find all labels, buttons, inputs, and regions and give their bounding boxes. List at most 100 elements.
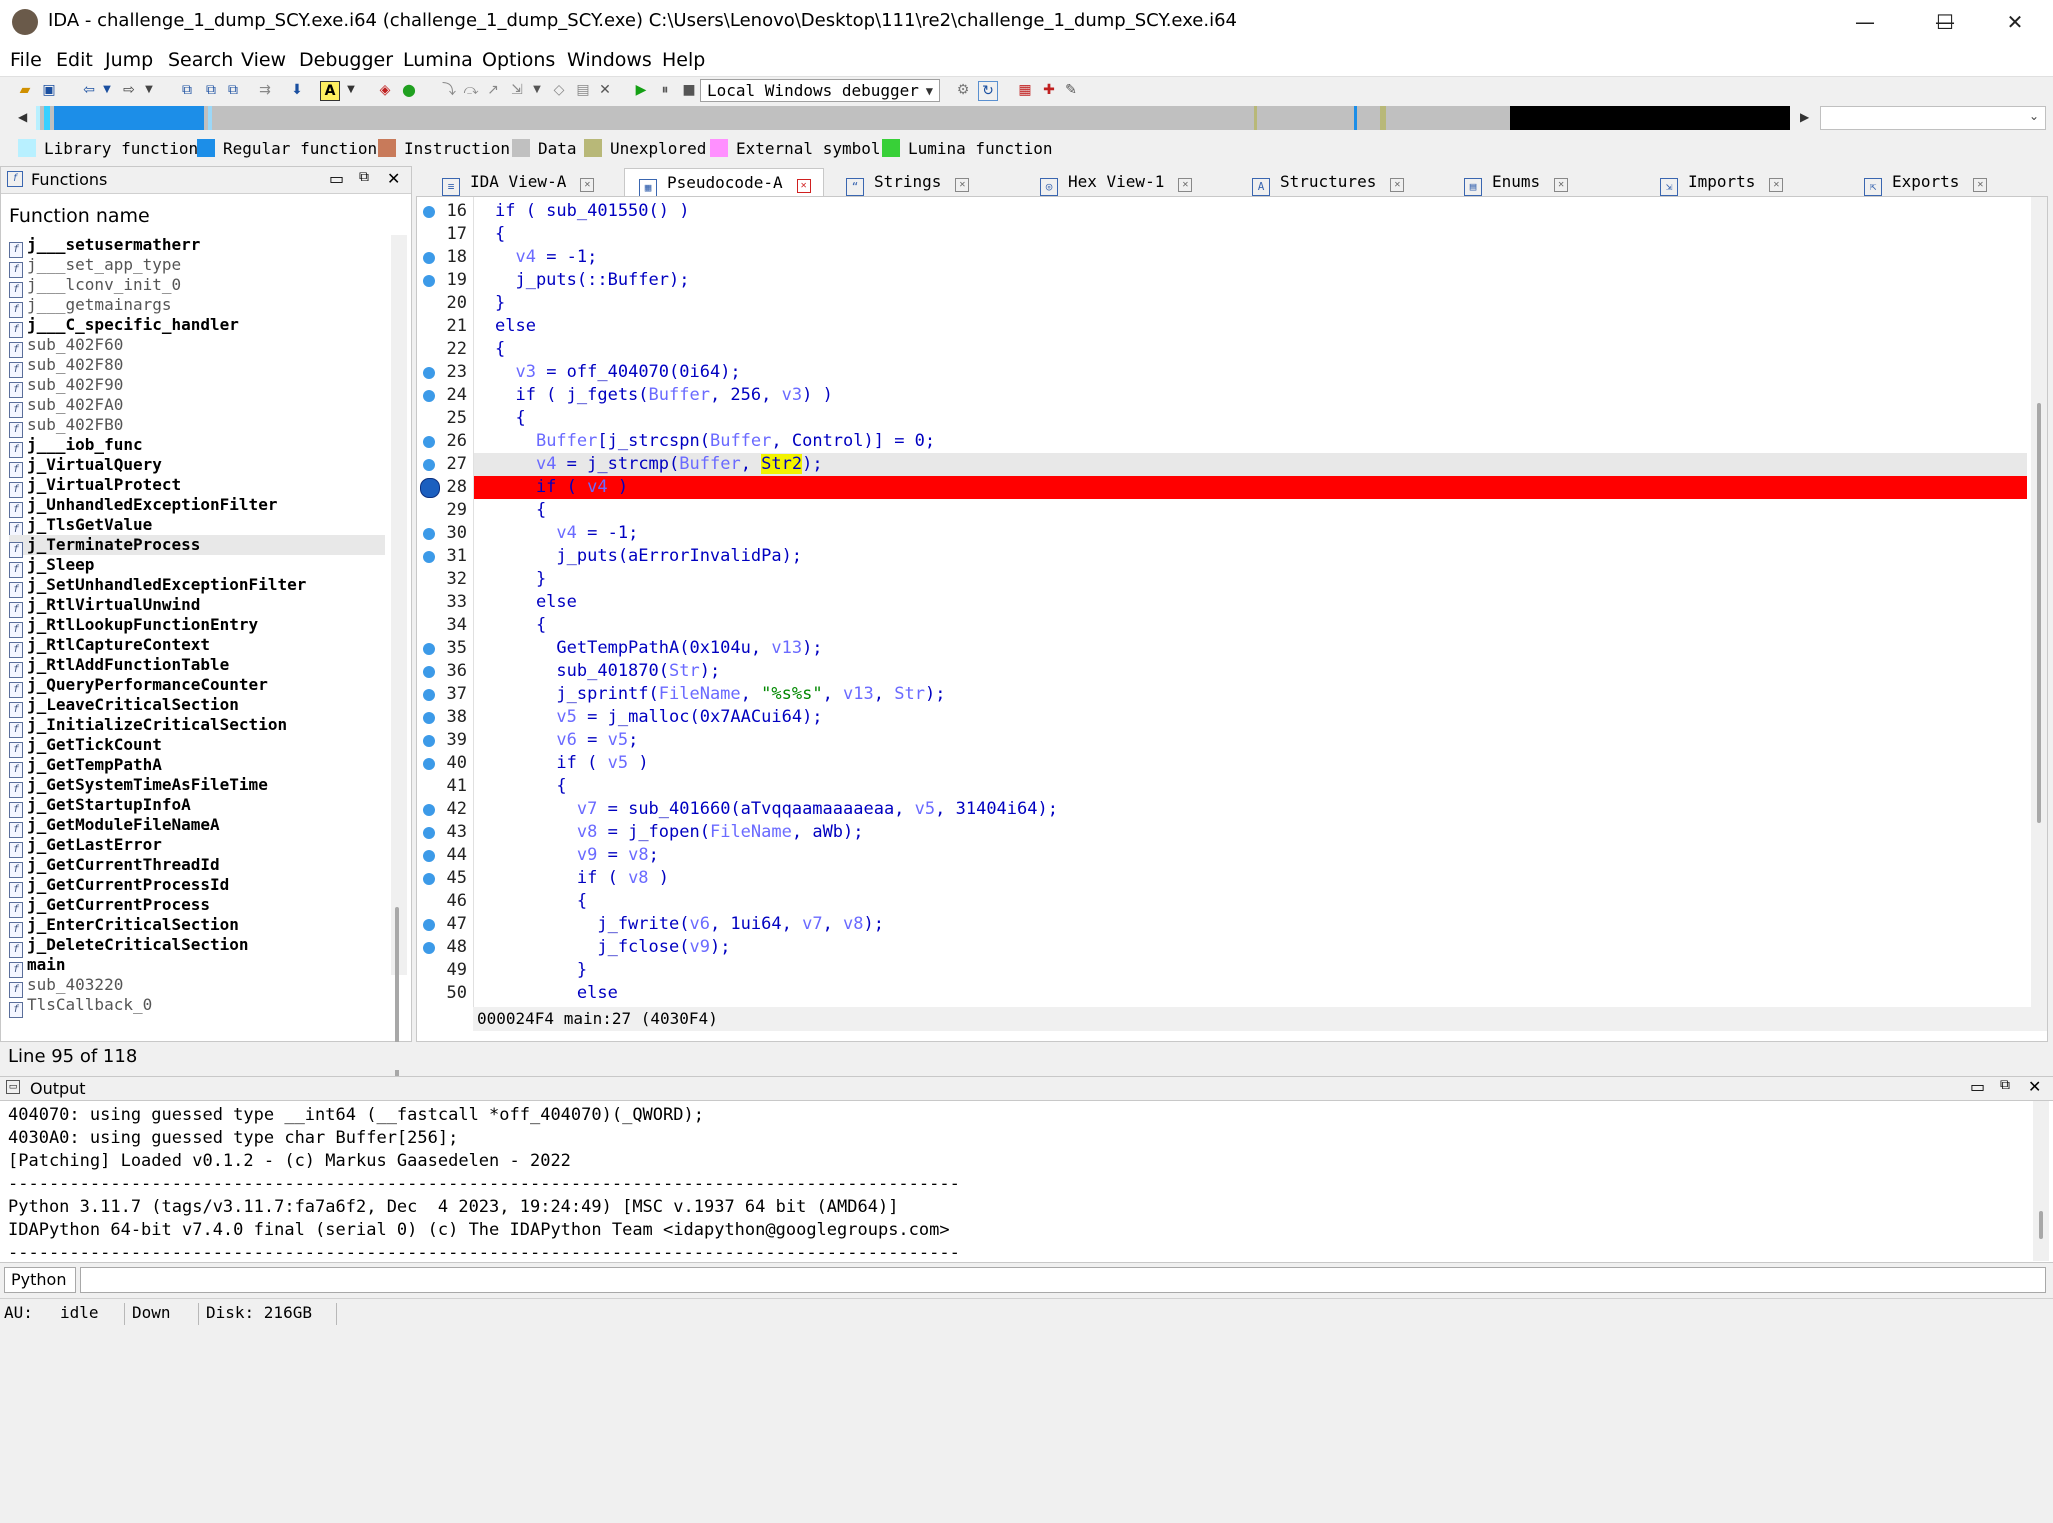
scrollbar-thumb[interactable]	[2039, 1211, 2043, 1239]
code-line[interactable]: j_puts(::Buffer);	[495, 270, 689, 290]
attach-icon[interactable]: ↻	[978, 81, 998, 101]
menu-windows[interactable]: Windows	[567, 49, 652, 71]
close-tab-icon[interactable]: ✕	[1554, 178, 1569, 192]
menu-view[interactable]: View	[241, 49, 286, 71]
function-list-item[interactable]: f j_GetCurrentProcessId	[9, 875, 385, 898]
back-dropdown-icon[interactable]: ▼	[98, 81, 116, 99]
function-list-item[interactable]: f j_TerminateProcess	[9, 535, 385, 558]
float-panel-icon[interactable]: ▭	[1970, 1077, 1985, 1096]
function-list-item[interactable]: f j_TlsGetValue	[9, 515, 385, 538]
pause-icon[interactable]: ⏸	[656, 81, 674, 99]
function-list-item[interactable]: f TlsCallback_0	[9, 995, 385, 1018]
immediate-search-icon[interactable]: ⧉	[224, 81, 242, 99]
tab-hex-view-1[interactable]: ◎ Hex View-1 ✕	[1026, 168, 1226, 196]
remove-breakpoint-icon[interactable]: ✎	[1062, 81, 1080, 99]
function-list-item[interactable]: f j_GetModuleFileNameA	[9, 815, 385, 838]
code-line[interactable]: {	[495, 408, 525, 428]
code-line[interactable]: j_sprintf(FileName, "%s%s", v13, Str);	[495, 684, 945, 704]
function-list-item[interactable]: f sub_402FA0	[9, 395, 385, 418]
tab-exports[interactable]: ⇱ Exports ✕	[1850, 168, 2034, 196]
code-line[interactable]: GetTempPathA(0x104u, v13);	[495, 638, 822, 658]
function-list-item[interactable]: f j_RtlVirtualUnwind	[9, 595, 385, 618]
function-list-item[interactable]: f j___C_specific_handler	[9, 315, 385, 338]
code-line[interactable]: v9 = v8;	[495, 845, 659, 865]
code-line[interactable]: {	[495, 615, 546, 635]
function-list-item[interactable]: f j_VirtualQuery	[9, 455, 385, 478]
code-line[interactable]: sub_401870(Str);	[495, 661, 720, 681]
nav-left-arrow-icon[interactable]: ◀	[18, 110, 27, 124]
step-out-icon[interactable]: ⇲	[508, 81, 526, 99]
code-line[interactable]: else	[495, 983, 618, 1003]
close-panel-icon[interactable]: ✕	[2028, 1077, 2041, 1096]
code-line[interactable]: j_fclose(v9);	[495, 937, 730, 957]
breakpoint-icon[interactable]: ◇	[550, 81, 568, 99]
breakpoint-list-icon[interactable]: ▦	[1016, 81, 1034, 99]
code-line[interactable]: }	[495, 960, 587, 980]
close-panel-icon[interactable]: ✕	[387, 169, 400, 188]
function-list-item[interactable]: f j_Sleep	[9, 555, 385, 578]
function-list-item[interactable]: f j_GetLastError	[9, 835, 385, 858]
function-list-item[interactable]: f j___lconv_init_0	[9, 275, 385, 298]
code-line[interactable]: Buffer[j_strcspn(Buffer, Control)] = 0;	[495, 431, 935, 451]
function-list-item[interactable]: f sub_402FB0	[9, 415, 385, 438]
code-scrollbar[interactable]	[2031, 197, 2047, 1031]
run-icon[interactable]: ▶	[632, 81, 650, 99]
close-tab-icon[interactable]: ✕	[796, 179, 811, 193]
code-line[interactable]: v7 = sub_401660(aTvqqaamaaaaeaa, v5, 314…	[495, 799, 1058, 819]
text-search-icon[interactable]: ⧉	[202, 81, 220, 99]
function-list-item[interactable]: f sub_402F80	[9, 355, 385, 378]
function-list-item[interactable]: f j___set_app_type	[9, 255, 385, 278]
command-input[interactable]	[80, 1267, 2046, 1293]
menu-help[interactable]: Help	[662, 49, 705, 71]
code-line[interactable]: if ( v5 )	[495, 753, 648, 773]
close-button[interactable]: ✕	[1984, 0, 2046, 44]
minimize-button[interactable]: —	[1834, 0, 1896, 44]
font-dropdown-icon[interactable]: ▼	[342, 81, 360, 99]
pseudocode-view[interactable]: 16 if ( sub_401550() ) 17 {18 v4 = -1; 19 j_…	[416, 196, 2048, 1042]
scrollbar-thumb[interactable]	[2037, 403, 2041, 823]
function-list-item[interactable]: f j_UnhandledExceptionFilter	[9, 495, 385, 518]
function-list-item[interactable]: f j_QueryPerformanceCounter	[9, 675, 385, 698]
step-over-icon[interactable]: ⤼	[462, 81, 480, 99]
function-list-item[interactable]: f j___iob_func	[9, 435, 385, 458]
menu-debugger[interactable]: Debugger	[299, 49, 393, 71]
code-line[interactable]: {	[495, 891, 587, 911]
code-line[interactable]: if ( sub_401550() )	[495, 201, 689, 221]
tab-ida-view-a[interactable]: ≡ IDA View-A ✕	[428, 168, 608, 196]
function-list-item[interactable]: f main	[9, 955, 385, 978]
function-list-item[interactable]: f j_RtlLookupFunctionEntry	[9, 615, 385, 638]
code-line[interactable]: else	[495, 316, 536, 336]
menu-file[interactable]: File	[10, 49, 42, 71]
code-line[interactable]: {	[495, 224, 505, 244]
function-list-item[interactable]: f j_GetStartupInfoA	[9, 795, 385, 818]
tab-pseudocode-a[interactable]: ▦ Pseudocode-A ✕	[624, 168, 824, 197]
code-line[interactable]: {	[495, 339, 505, 359]
close-tab-icon[interactable]: ✕	[1769, 178, 1784, 192]
stop-icon[interactable]: ■	[680, 81, 698, 99]
function-list-item[interactable]: f j_GetTempPathA	[9, 755, 385, 778]
code-line[interactable]: v8 = j_fopen(FileName, aWb);	[495, 822, 864, 842]
menu-jump[interactable]: Jump	[105, 49, 153, 71]
nav-right-arrow-icon[interactable]: ▶	[1800, 110, 1809, 124]
function-list-item[interactable]: f j_EnterCriticalSection	[9, 915, 385, 938]
code-line[interactable]: j_puts(aErrorInvalidPa);	[495, 546, 802, 566]
code-line[interactable]: v3 = off_404070(0i64);	[495, 362, 740, 382]
function-list-item[interactable]: f sub_402F60	[9, 335, 385, 358]
output-scrollbar[interactable]	[2033, 1101, 2049, 1261]
code-line[interactable]: if ( j_fgets(Buffer, 256, v3) )	[495, 385, 832, 405]
add-breakpoint-icon[interactable]: ✚	[1040, 81, 1058, 99]
float-panel-icon[interactable]: ▭	[329, 169, 344, 188]
function-list-item[interactable]: f sub_403220	[9, 975, 385, 998]
binary-search-icon[interactable]: ⧉	[178, 81, 196, 99]
function-list-item[interactable]: f sub_402F90	[9, 375, 385, 398]
forward-dropdown-icon[interactable]: ▼	[140, 81, 158, 99]
code-line[interactable]: v4 = j_strcmp(Buffer, Str2);	[495, 454, 823, 474]
restore-panel-icon[interactable]: ⧉	[359, 169, 369, 185]
nav-segment-select[interactable]: ⌄	[1820, 106, 2046, 130]
step-dropdown-icon[interactable]: ▼	[528, 81, 546, 99]
font-icon[interactable]: A	[320, 81, 340, 101]
open-icon[interactable]: ▰	[16, 81, 34, 99]
jump-down-icon[interactable]: ⬇	[288, 81, 306, 99]
code-line[interactable]: v5 = j_malloc(0x7AACui64);	[495, 707, 822, 727]
code-line[interactable]: {	[495, 776, 566, 796]
